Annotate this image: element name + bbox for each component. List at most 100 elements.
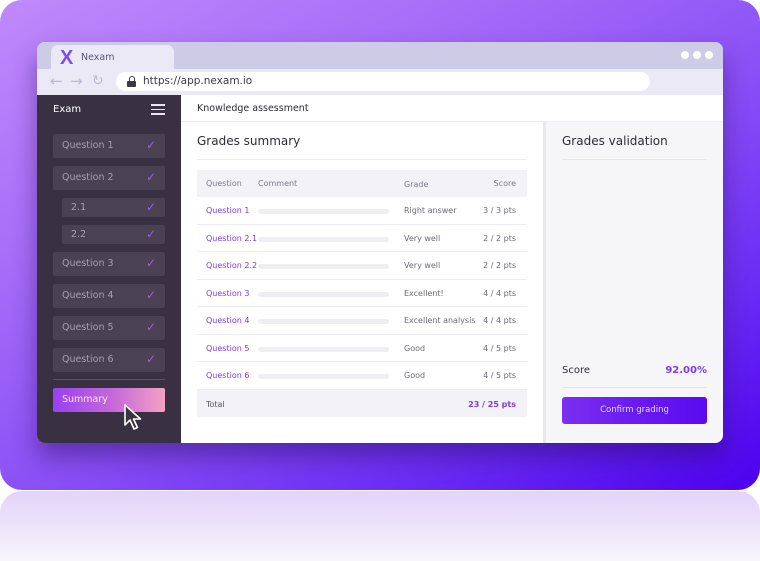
total-label: Total [206, 399, 225, 409]
column-header-question: Question [206, 179, 242, 188]
confirm-grading-label: Confirm grading [600, 405, 669, 415]
sidebar-item-question-6[interactable]: Question 6 ✓ [53, 348, 165, 372]
confirm-grading-button[interactable]: Confirm grading [562, 397, 707, 424]
check-icon: ✓ [145, 227, 156, 241]
url-text[interactable]: https://app.nexam.io [143, 75, 252, 87]
grade-text: Very well [404, 233, 441, 243]
divider [562, 159, 707, 160]
address-bar[interactable]: https://app.nexam.io [116, 72, 650, 91]
score-text: 4 / 4 pts [483, 316, 516, 325]
grade-text: Good [404, 343, 426, 353]
comment-field[interactable] [258, 264, 389, 269]
check-icon: ✓ [145, 320, 156, 334]
table-row: Question 3 Excellent! 4 / 4 pts [197, 279, 527, 307]
sidebar-item-label: Question 2 [62, 172, 114, 183]
grade-text: Excellent analysis [404, 316, 476, 325]
check-icon: ✓ [145, 200, 156, 214]
lock-icon [127, 76, 136, 87]
background-reflection [0, 491, 760, 561]
score-text: 3 / 3 pts [483, 206, 516, 215]
table-row: Question 1 Right answer 3 / 3 pts [197, 197, 527, 225]
sidebar-item-label: Question 4 [62, 290, 114, 301]
table-row: Question 2.2 Very well 2 / 2 pts [197, 252, 527, 280]
table-row: Question 6 Good 4 / 5 pts [197, 362, 527, 390]
grade-text: Right answer [404, 206, 457, 215]
column-header-score: Score [493, 179, 516, 188]
question-link[interactable]: Question 4 [206, 316, 249, 325]
check-icon: ✓ [145, 256, 156, 270]
grades-validation-title: Grades validation [562, 134, 668, 148]
table-body: Question 1 Right answer 3 / 3 pts Question … [197, 197, 527, 390]
page-title: Knowledge assessment [197, 103, 309, 114]
grades-summary-title: Grades summary [197, 134, 301, 148]
summary-button-label: Summary [62, 394, 108, 405]
check-icon: ✓ [145, 170, 156, 184]
sidebar-item-question-3[interactable]: Question 3 ✓ [53, 252, 165, 276]
grades-summary-panel: Grades summary Question Comment Grade Sc… [181, 122, 543, 443]
score-text: 4 / 5 pts [483, 343, 516, 353]
table-row: Question 4 Excellent analysis 4 / 4 pts [197, 307, 527, 335]
question-link[interactable]: Question 2.1 [206, 234, 257, 243]
table-total-row: Total 23 / 25 pts [197, 389, 527, 417]
check-icon: ✓ [145, 352, 156, 366]
check-icon: ✓ [145, 288, 156, 302]
column-header-grade: Grade [404, 180, 429, 189]
table-row: Question 2.1 Very well 2 / 2 pts [197, 224, 527, 252]
sidebar-item-question-2-1[interactable]: 2.1 ✓ [62, 198, 165, 217]
grades-validation-panel: Grades validation Score 92.00% Confirm g… [543, 122, 723, 443]
score-text: 2 / 2 pts [483, 261, 516, 270]
score-text: 4 / 5 pts [483, 371, 516, 380]
sidebar-item-label: 2.2 [71, 229, 87, 240]
window-menu-dots-icon[interactable] [681, 51, 713, 59]
table-row: Question 5 Good 4 / 5 pts [197, 334, 527, 362]
comment-field[interactable] [258, 291, 389, 297]
comment-field[interactable] [258, 346, 389, 352]
dot [693, 51, 701, 59]
comment-field[interactable] [258, 209, 389, 214]
score-text: 4 / 4 pts [483, 288, 516, 298]
hamburger-menu-icon[interactable] [151, 104, 165, 115]
stage: X Nexam ← → ↻ https://app.nexam.io Exam … [0, 0, 760, 561]
sidebar-item-label: Question 6 [62, 354, 114, 365]
question-link[interactable]: Question 6 [206, 371, 249, 380]
browser-window: X Nexam ← → ↻ https://app.nexam.io Exam … [37, 42, 723, 443]
tab-bar: X Nexam [37, 42, 723, 71]
forward-arrow-icon[interactable]: → [70, 73, 83, 89]
sidebar-item-label: 2.1 [71, 202, 87, 213]
sidebar-item-label: Question 1 [62, 140, 114, 151]
sidebar-item-question-2-2[interactable]: 2.2 ✓ [62, 225, 165, 244]
score-text: 2 / 2 pts [483, 233, 516, 243]
back-arrow-icon[interactable]: ← [50, 73, 63, 89]
exam-sidebar: Exam Question 1 ✓ Question 2 ✓ 2.1 ✓ 2.2… [37, 95, 181, 443]
question-link[interactable]: Question 1 [206, 206, 249, 215]
browser-tab[interactable]: X Nexam [51, 45, 174, 71]
sidebar-item-label: Question 5 [62, 322, 114, 333]
comment-field[interactable] [258, 374, 389, 379]
reload-icon[interactable]: ↻ [92, 73, 104, 89]
divider [562, 387, 707, 388]
sidebar-item-question-1[interactable]: Question 1 ✓ [53, 134, 165, 158]
tab-title: Nexam [81, 52, 115, 63]
column-header-comment: Comment [258, 179, 298, 188]
sidebar-item-label: Question 3 [62, 258, 114, 269]
total-score: 23 / 25 pts [468, 399, 516, 409]
nexam-logo-icon: X [60, 47, 74, 69]
mouse-pointer-icon [124, 404, 142, 430]
summary-button[interactable]: Summary [53, 388, 165, 412]
question-link[interactable]: Question 2.2 [206, 261, 257, 270]
score-label: Score [562, 365, 591, 376]
dot [681, 51, 689, 59]
comment-field[interactable] [258, 236, 389, 242]
question-link[interactable]: Question 5 [206, 344, 249, 353]
sidebar-title: Exam [53, 104, 82, 115]
page-header: Knowledge assessment [181, 95, 723, 122]
question-link[interactable]: Question 3 [206, 289, 249, 298]
sidebar-item-question-2[interactable]: Question 2 ✓ [53, 166, 165, 190]
grade-text: Excellent! [404, 288, 444, 298]
dot [705, 51, 713, 59]
sidebar-divider [53, 379, 165, 380]
comment-field[interactable] [258, 319, 389, 324]
sidebar-item-question-5[interactable]: Question 5 ✓ [53, 316, 165, 340]
sidebar-item-question-4[interactable]: Question 4 ✓ [53, 284, 165, 308]
divider [197, 159, 527, 160]
